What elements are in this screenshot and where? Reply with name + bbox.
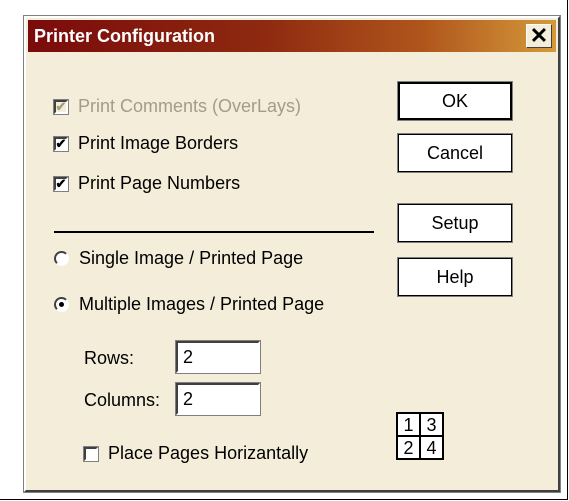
print-borders-checkbox[interactable]: ✔: [53, 135, 69, 152]
multiple-images-radio[interactable]: [54, 297, 69, 312]
rows-input[interactable]: 2: [175, 340, 261, 374]
help-button[interactable]: Help: [397, 257, 513, 297]
print-comments-row: ✔ Print Comments (OverLays): [53, 96, 302, 117]
radio-selected-dot: [59, 302, 64, 307]
page-order-cell: 1: [397, 413, 420, 436]
place-horizontal-row: Place Pages Horizantally: [83, 443, 308, 464]
check-icon: ✔: [55, 99, 67, 114]
print-page-numbers-row: ✔ Print Page Numbers: [53, 173, 240, 194]
print-comments-checkbox[interactable]: ✔: [53, 98, 69, 115]
page-order-cell: 4: [420, 436, 443, 459]
page-order-cell: 3: [420, 413, 443, 436]
printer-configuration-dialog: Printer Configuration ✕ ✔ Print Comments…: [23, 15, 561, 493]
close-button[interactable]: ✕: [526, 24, 552, 48]
section-divider: [54, 231, 374, 233]
print-borders-label[interactable]: Print Image Borders: [78, 133, 238, 154]
place-horizontal-label[interactable]: Place Pages Horizantally: [108, 443, 308, 464]
multiple-images-label[interactable]: Multiple Images / Printed Page: [79, 294, 324, 315]
single-image-label[interactable]: Single Image / Printed Page: [79, 248, 303, 269]
rows-label: Rows:: [84, 348, 135, 368]
print-page-numbers-label[interactable]: Print Page Numbers: [78, 173, 240, 194]
close-icon: ✕: [529, 23, 549, 48]
multiple-images-row: Multiple Images / Printed Page: [54, 294, 324, 315]
page-order-cell: 2: [397, 436, 420, 459]
page-order-preview: 1 3 2 4: [396, 412, 444, 460]
cancel-button[interactable]: Cancel: [397, 133, 513, 173]
print-borders-row: ✔ Print Image Borders: [53, 133, 238, 154]
ok-button[interactable]: OK: [397, 81, 513, 121]
print-page-numbers-checkbox[interactable]: ✔: [53, 175, 69, 192]
check-icon: ✔: [55, 176, 67, 191]
columns-input[interactable]: 2: [175, 382, 261, 416]
dialog-title: Printer Configuration: [34, 26, 215, 46]
check-icon: ✔: [55, 136, 67, 151]
setup-button[interactable]: Setup: [397, 203, 513, 243]
place-horizontal-checkbox[interactable]: [83, 445, 99, 462]
columns-label: Columns:: [84, 390, 161, 410]
single-image-radio[interactable]: [54, 251, 69, 266]
title-bar[interactable]: Printer Configuration ✕: [28, 20, 556, 52]
print-comments-label: Print Comments (OverLays): [78, 96, 302, 116]
single-image-row: Single Image / Printed Page: [54, 248, 303, 269]
